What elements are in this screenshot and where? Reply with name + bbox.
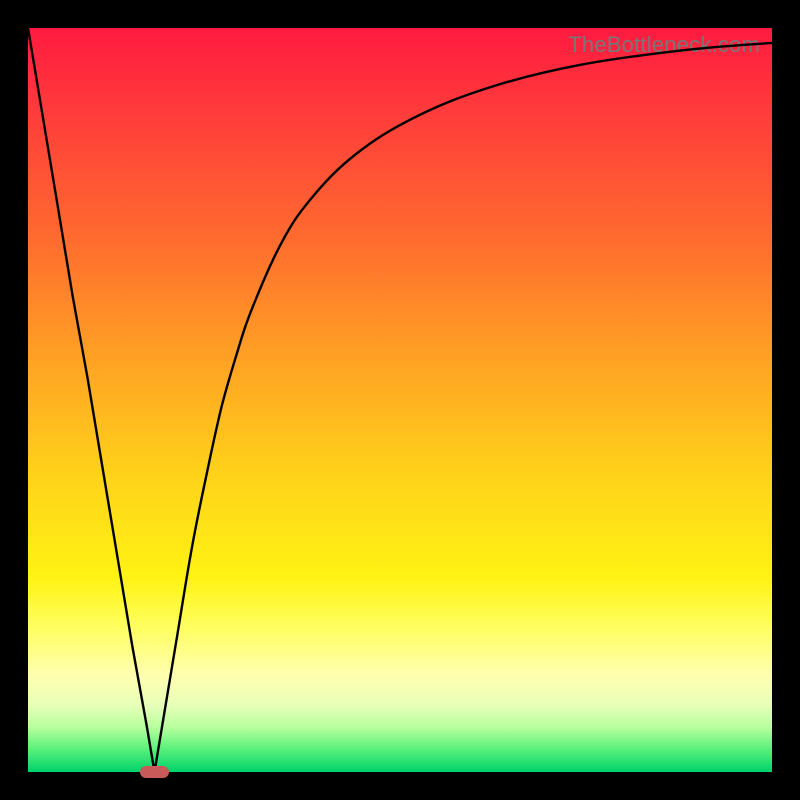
watermark: TheBottleneck.com (568, 32, 760, 58)
minimum-marker (140, 766, 170, 778)
plot-area: TheBottleneck.com (28, 28, 772, 772)
bottleneck-curve (28, 28, 772, 772)
chart-frame: TheBottleneck.com (0, 0, 800, 800)
